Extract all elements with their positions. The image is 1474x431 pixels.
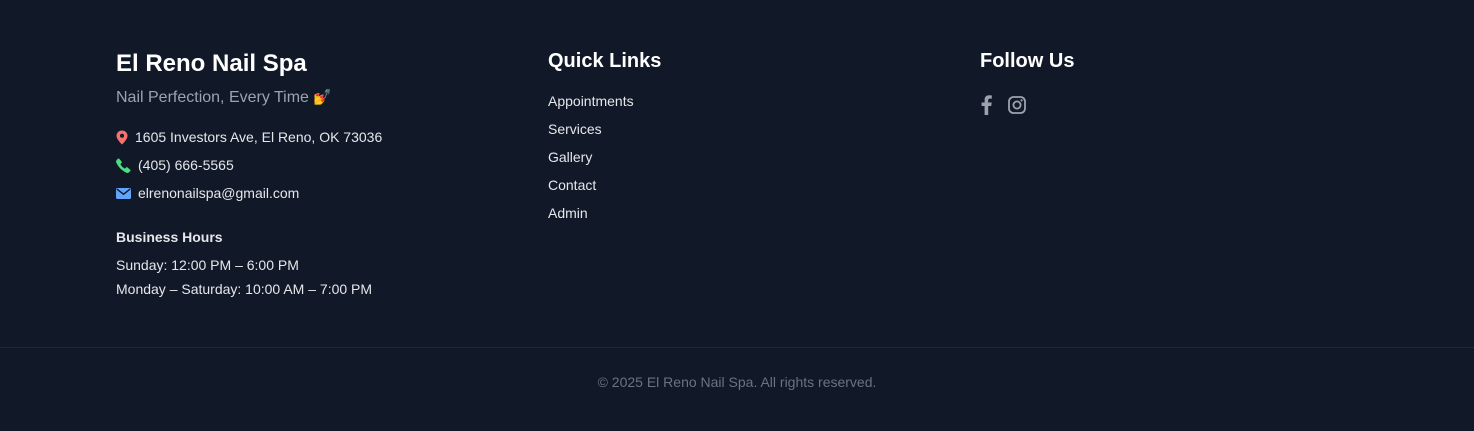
- phone-row: (405) 666-5565: [116, 155, 234, 175]
- follow-us-heading: Follow Us: [980, 50, 1075, 72]
- map-pin-icon: [116, 129, 129, 145]
- link-contact[interactable]: Contact: [548, 177, 596, 193]
- social-icons: [980, 94, 1026, 116]
- link-gallery[interactable]: Gallery: [548, 149, 592, 165]
- quick-links-heading: Quick Links: [548, 50, 662, 72]
- link-admin[interactable]: Admin: [548, 205, 588, 221]
- phone-text: (405) 666-5565: [138, 157, 234, 173]
- site-footer: El Reno Nail Spa Nail Perfection, Every …: [0, 0, 1474, 431]
- hours-monday-saturday: Monday – Saturday: 10:00 AM – 7:00 PM: [116, 281, 373, 297]
- link-services[interactable]: Services: [548, 121, 602, 137]
- link-appointments[interactable]: Appointments: [548, 93, 634, 109]
- nail-polish-emoji: 💅: [313, 89, 333, 106]
- tagline-text: Nail Perfection, Every Time: [116, 89, 309, 106]
- brand-title: El Reno Nail Spa: [116, 50, 307, 77]
- phone-icon: [116, 157, 132, 173]
- email-text: elrenonailspa@gmail.com: [138, 185, 300, 201]
- facebook-icon[interactable]: [980, 94, 992, 116]
- address-text: 1605 Investors Ave, El Reno, OK 73036: [135, 129, 383, 145]
- footer-divider: [0, 347, 1474, 348]
- address-row: 1605 Investors Ave, El Reno, OK 73036: [116, 127, 382, 147]
- hours-sunday: Sunday: 12:00 PM – 6:00 PM: [116, 257, 299, 273]
- tagline: Nail Perfection, Every Time 💅: [116, 88, 332, 107]
- instagram-icon[interactable]: [1008, 94, 1026, 116]
- copyright-text: © 2025 El Reno Nail Spa. All rights rese…: [597, 374, 877, 390]
- business-hours-title: Business Hours: [116, 229, 223, 245]
- email-row: elrenonailspa@gmail.com: [116, 183, 299, 203]
- envelope-icon: [116, 185, 132, 201]
